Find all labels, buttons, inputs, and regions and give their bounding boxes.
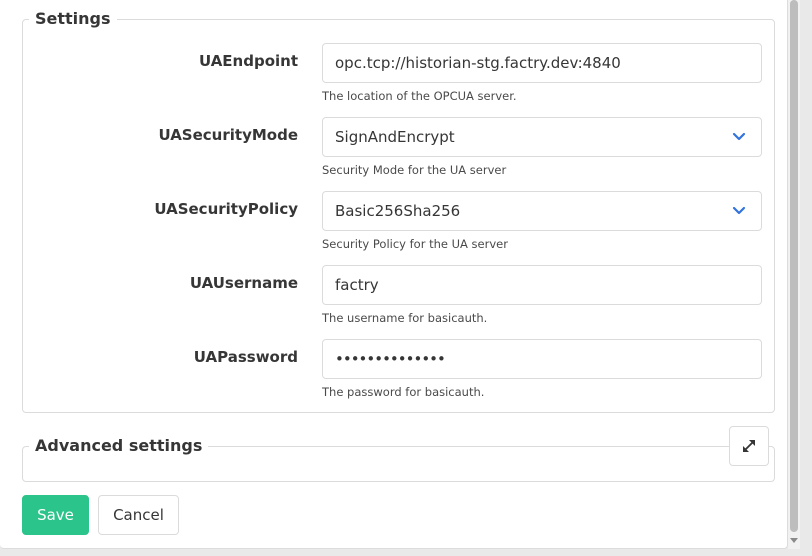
ua-endpoint-label: UAEndpoint: [198, 52, 298, 70]
chevron-down-icon: [732, 132, 746, 141]
ua-security-policy-help: Security Policy for the UA server: [322, 237, 508, 251]
ua-security-policy-label: UASecurityPolicy: [154, 200, 298, 218]
ua-endpoint-input[interactable]: opc.tcp://historian-stg.factry.dev:4840: [322, 43, 762, 83]
ua-endpoint-help: The location of the OPCUA server.: [322, 89, 517, 103]
ua-security-policy-select[interactable]: Basic256Sha256: [322, 191, 762, 231]
ua-security-mode-label: UASecurityMode: [158, 126, 298, 144]
save-button[interactable]: Save: [22, 495, 89, 535]
expand-advanced-button[interactable]: [729, 426, 769, 466]
ua-security-mode-select[interactable]: SignAndEncrypt: [322, 117, 762, 157]
scrollbar-thumb[interactable]: [790, 0, 798, 532]
settings-legend: Settings: [29, 9, 117, 29]
ua-username-label: UAUsername: [189, 274, 298, 292]
advanced-settings-legend: Advanced settings: [29, 436, 209, 456]
ua-password-help: The password for basicauth.: [322, 385, 485, 399]
ua-username-input[interactable]: factry: [322, 265, 762, 305]
scroll-down-arrow-icon[interactable]: [790, 538, 798, 543]
ua-username-help: The username for basicauth.: [322, 311, 488, 325]
ua-security-mode-value: SignAndEncrypt: [335, 128, 455, 146]
ua-security-policy-value: Basic256Sha256: [335, 202, 461, 220]
chevron-down-icon: [732, 206, 746, 215]
expand-icon: [743, 440, 755, 452]
ua-password-input[interactable]: ••••••••••••••: [322, 339, 762, 379]
ua-security-mode-help: Security Mode for the UA server: [322, 163, 507, 177]
ua-password-label: UAPassword: [193, 348, 298, 366]
cancel-button[interactable]: Cancel: [98, 495, 179, 535]
